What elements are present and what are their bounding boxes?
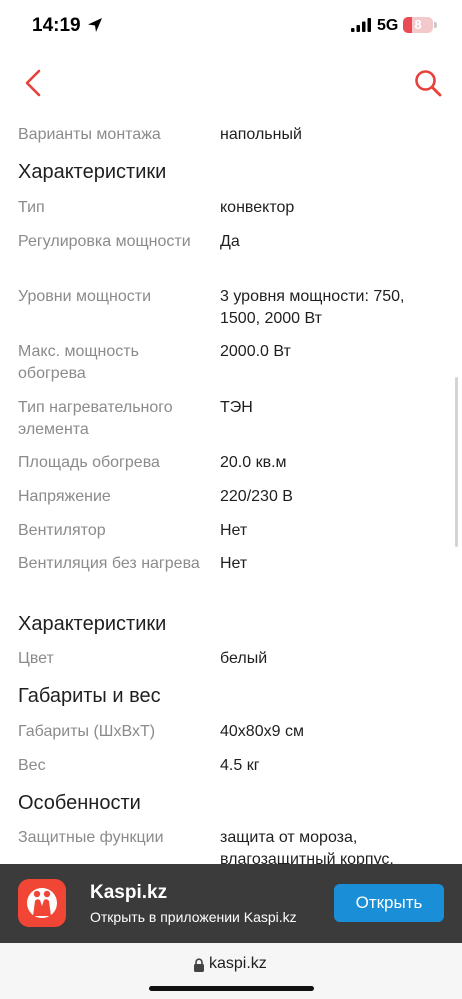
app-banner: Kaspi.kz Открыть в приложении Kaspi.kz О… [0, 864, 462, 943]
signal-icon [351, 18, 371, 32]
spec-label: Защитные функции [18, 829, 164, 846]
top-nav [0, 52, 462, 112]
spec-label: Регулировка мощности [18, 233, 191, 250]
spec-label: Вес [18, 757, 46, 774]
spec-label: Уровни мощности [18, 288, 152, 305]
spec-label: Тип нагревательного элемента [18, 399, 173, 438]
spec-label: Цвет [18, 650, 54, 667]
section-title-dimensions: Габариты и вес [18, 685, 161, 707]
kaspi-logo-icon [18, 879, 66, 927]
battery-icon: 8 [403, 17, 433, 33]
spec-value: защита от мороза, влагозащитный корпус, [220, 829, 394, 864]
spec-value-mount: напольный [220, 126, 302, 143]
spec-label-mount: Варианты монтажа [18, 126, 161, 143]
spec-value: 4.5 кг [220, 757, 260, 774]
spec-value: Да [220, 233, 240, 250]
spec-value: 20.0 кв.м [220, 454, 287, 471]
battery-fill [403, 17, 412, 33]
status-bar: 14:19 5G 8 [0, 0, 462, 52]
spec-value: белый [220, 650, 268, 667]
home-indicator [149, 986, 314, 991]
open-in-app-button[interactable]: Открыть [334, 884, 444, 922]
lock-icon [194, 958, 204, 972]
spec-label: Площадь обогрева [18, 454, 160, 471]
section-title-features: Особенности [18, 792, 141, 814]
section-title-characteristics: Характеристики [18, 161, 167, 183]
address-domain: kaspi.kz [209, 955, 267, 972]
spec-value: 220/230 В [220, 488, 293, 505]
spec-value: Нет [220, 522, 248, 539]
battery-level: 8 [414, 17, 422, 32]
address-bar[interactable]: kaspi.kz [0, 943, 462, 999]
spec-value: ТЭН [220, 399, 253, 416]
spec-label: Тип [18, 199, 45, 216]
status-time: 14:19 [32, 15, 81, 36]
network-type: 5G [377, 17, 399, 34]
spec-value: конвектор [220, 199, 295, 216]
spec-label: Вентилятор [18, 522, 106, 539]
section-title-characteristics-2: Характеристики [18, 613, 167, 635]
search-icon[interactable] [412, 67, 444, 99]
spec-value: 40х80х9 см [220, 723, 304, 740]
spec-label: Вентиляция без нагрева [18, 555, 200, 572]
spec-label: Габариты (ШхВхТ) [18, 723, 156, 740]
spec-label: Напряжение [18, 488, 111, 505]
specs-list: Варианты монтажа напольный Характеристик… [0, 112, 462, 864]
chevron-left-icon[interactable] [20, 68, 48, 98]
battery-tip [434, 22, 437, 28]
banner-title: Kaspi.kz [90, 882, 168, 903]
scrollbar[interactable] [455, 377, 458, 547]
location-arrow-icon [88, 18, 102, 32]
spec-label: Макс. мощность обогрева [18, 343, 139, 382]
banner-subtitle: Открыть в приложении Kaspi.kz [90, 909, 297, 925]
spec-value: 3 уровня мощности: 750, 1500, 2000 Вт [220, 288, 405, 327]
spec-value: Нет [220, 555, 248, 572]
spec-value: 2000.0 Вт [220, 343, 291, 360]
